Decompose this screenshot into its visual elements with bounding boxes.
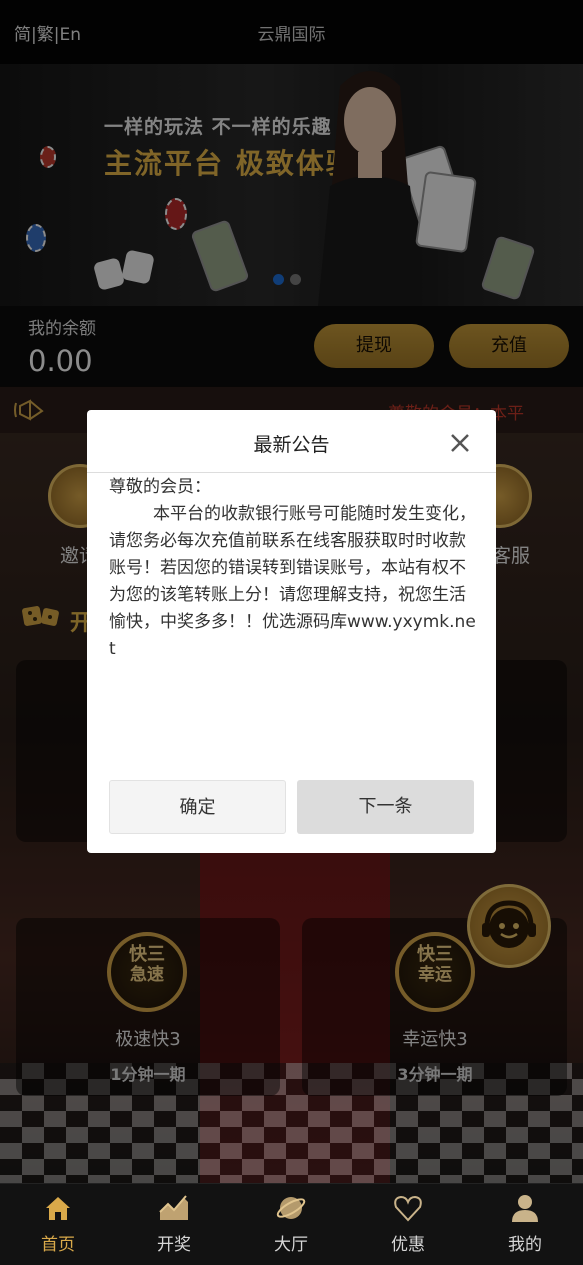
modal-header: 最新公告	[87, 410, 496, 473]
bottom-tab-bar: 首页 开奖 大厅 优惠 我的	[0, 1183, 583, 1265]
next-button[interactable]: 下一条	[297, 780, 474, 834]
tab-label: 我的	[508, 1235, 542, 1255]
chart-icon	[159, 1195, 188, 1220]
home-icon	[46, 1197, 70, 1220]
close-icon[interactable]	[447, 430, 473, 456]
tab-label: 优惠	[391, 1235, 425, 1255]
tab-results[interactable]: 开奖	[116, 1184, 232, 1265]
modal-title: 最新公告	[253, 434, 330, 456]
tab-profile[interactable]: 我的	[467, 1184, 583, 1265]
user-icon	[512, 1195, 538, 1222]
tab-label: 开奖	[157, 1235, 191, 1255]
modal-body-text: 本平台的收款银行账号可能随时发生变化，请您务必每次充值前联系在线客服获取时时收款…	[109, 504, 476, 659]
tab-promotions[interactable]: 优惠	[350, 1184, 466, 1265]
modal-greeting: 尊敬的会员：	[109, 477, 211, 497]
tab-label: 大厅	[274, 1235, 308, 1255]
planet-icon	[276, 1197, 306, 1219]
announcement-modal: 最新公告 尊敬的会员： 本平台的收款银行账号可能随时发生变化，请您务必每次充值前…	[87, 410, 496, 853]
confirm-button[interactable]: 确定	[109, 780, 286, 834]
tab-label: 首页	[41, 1235, 75, 1255]
heart-icon	[394, 1195, 422, 1222]
modal-content: 尊敬的会员： 本平台的收款银行账号可能随时发生变化，请您务必每次充值前联系在线客…	[109, 474, 477, 663]
tab-home[interactable]: 首页	[0, 1184, 116, 1265]
tab-lobby[interactable]: 大厅	[233, 1184, 349, 1265]
